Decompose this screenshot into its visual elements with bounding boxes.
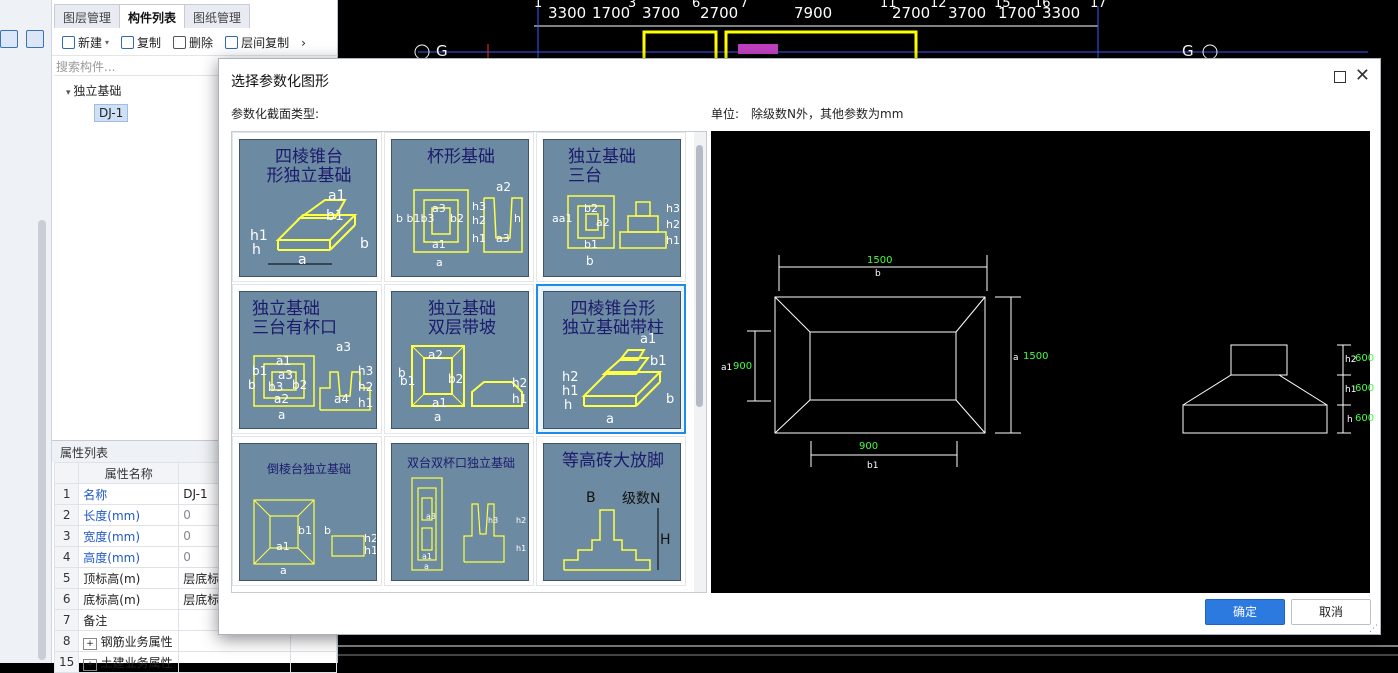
floor-copy-button[interactable]: 层间复制	[221, 32, 293, 53]
copy-icon	[121, 36, 135, 49]
shape-thumbnail: 四棱锥台 形独立基础 a1 b1 h1 h a b	[239, 139, 377, 277]
shape-option-cup-foundation[interactable]: 杯形基础 a2 b b1b3 a3 b2 h3 h2 h h1 a1 a3 a	[384, 132, 534, 282]
shape-option-three-step[interactable]: 独立基础 三台 aa1 b2 a2 b1 b h3 h2 h1	[536, 132, 686, 282]
shape-thumbnail: 独立基础 三台 aa1 b2 a2 b1 b h3 h2 h1	[543, 139, 681, 277]
select-parametric-dialog: 选择参数化图形 ✕ 参数化截面类型: 单位: 除级数N外，其他参数为mm 四棱锥…	[218, 58, 1381, 635]
shape-option-pyramid-with-column[interactable]: 四棱锥台形 独立基础带柱 a1 b1 h2 h1 h a b	[536, 284, 686, 434]
axis-dim: 2700	[700, 4, 739, 22]
shape-option-brick-footing[interactable]: 等高砖大放脚 B 级数N H	[536, 436, 686, 586]
axis-dim: 7900	[794, 4, 833, 22]
dim-bottom-value: 900	[859, 441, 879, 452]
tree-group-isolated-foundation[interactable]: ▾ 独立基础	[66, 82, 121, 99]
dim-right-name: a	[1013, 353, 1019, 363]
dim-h-value: 600	[1355, 413, 1375, 424]
ok-button[interactable]: 确定	[1205, 599, 1285, 625]
table-header-name: 属性名称	[78, 462, 180, 484]
panel-toolbar: 新建 ▾ 复制 删除 层间复制 ›	[52, 30, 338, 56]
shape-option-pyramid-frustum[interactable]: 四棱锥台 形独立基础 a1 b1 h1 h a b	[232, 132, 382, 282]
expand-plus-icon[interactable]: +	[83, 637, 97, 650]
axis-dim: 1700	[592, 4, 631, 22]
left-tool-strip	[0, 0, 52, 663]
shape-thumbnail: 独立基础 三台有杯口 a3 a1 b1 a3 b b3 b2 h3 h2 h1 …	[239, 291, 377, 429]
tab-layers[interactable]: 图层管理	[54, 4, 121, 28]
axis-num: 7	[740, 0, 749, 11]
strip-scrollbar[interactable]	[38, 220, 46, 660]
shape-option-inverted-frustum[interactable]: 倒棱台独立基础 b1 b h2 h1 a1 a	[232, 436, 382, 586]
preview-drawing	[747, 255, 1351, 467]
axis-dim: 3700	[642, 4, 681, 22]
shape-thumbnail-grid: 四棱锥台 形独立基础 a1 b1 h1 h a b 杯形基础 a2 b b1b3…	[231, 131, 707, 593]
axis-num: 16	[1034, 0, 1051, 11]
axis-dim: 3300	[548, 4, 587, 22]
tab-drawings[interactable]: 图纸管理	[184, 4, 251, 28]
grid-scrollbar-thumb[interactable]	[696, 145, 703, 407]
dim-top-name: b	[875, 269, 881, 279]
axis-num: 15	[994, 0, 1011, 11]
axis-num: 12	[930, 0, 947, 11]
dim-left-value: 900	[733, 361, 753, 372]
dim-h1-value: 600	[1355, 383, 1375, 394]
shape-option-three-step-cup[interactable]: 独立基础 三台有杯口 a3 a1 b1 a3 b b3 b2 h3 h2 h1 …	[232, 284, 382, 434]
cancel-button[interactable]: 取消	[1291, 599, 1371, 625]
detail-view-icon[interactable]	[26, 30, 44, 48]
shape-thumbnail: 双台双杯口独立基础 a3 h3 h2 h1 a1 a	[391, 443, 529, 581]
axis-num: 11	[880, 0, 897, 11]
shape-option-double-cup[interactable]: 双台双杯口独立基础 a3 h3 h2 h1 a1 a	[384, 436, 534, 586]
delete-button[interactable]: 删除	[169, 32, 217, 53]
table-row[interactable]: 15 + 土建业务属性	[53, 651, 337, 673]
shape-option-double-slope[interactable]: 独立基础 双层带坡 a2 b b1 b2 h2 h1 a1 a	[384, 284, 534, 434]
close-icon[interactable]: ✕	[1355, 65, 1370, 87]
axis-num: 6	[692, 0, 701, 11]
copy-button[interactable]: 复制	[117, 32, 165, 53]
panel-tabs: 图层管理 构件列表 图纸管理	[54, 4, 251, 28]
dim-left-name: a1	[721, 363, 733, 373]
cup-foundation-figure	[413, 189, 523, 253]
resize-grip-icon[interactable]: ⋰	[1369, 624, 1378, 634]
section-type-label: 参数化截面类型:	[231, 107, 320, 121]
axis-dim: 2700	[892, 4, 931, 22]
more-icon[interactable]: ›	[297, 34, 310, 52]
dim-right-value: 1500	[1023, 351, 1049, 362]
dim-bottom-name: b1	[867, 461, 879, 471]
shape-preview: 1500 b a1 900 a 1500 900 b1 h2 600 h1 60…	[711, 131, 1374, 593]
axis-num: 17	[1090, 0, 1107, 11]
inverted-frustum-figure	[253, 499, 365, 565]
dialog-title: 选择参数化图形	[231, 74, 329, 90]
maximize-icon[interactable]	[1334, 71, 1346, 83]
shape-thumbnail: 等高砖大放脚 B 级数N H	[543, 443, 681, 581]
expand-plus-icon[interactable]: +	[83, 658, 97, 671]
floor-copy-icon	[225, 36, 239, 49]
axis-num: 3	[628, 0, 637, 11]
three-step-figure	[567, 195, 667, 249]
tree-item-dj1[interactable]: DJ-1	[94, 104, 129, 122]
three-step-cup-figure	[253, 355, 371, 411]
dim-h2-value: 600	[1355, 353, 1375, 364]
unit-label: 单位: 除级数N外，其他参数为mm	[711, 107, 904, 121]
shape-thumbnail: 独立基础 双层带坡 a2 b b1 b2 h2 h1 a1 a	[391, 291, 529, 429]
list-view-icon[interactable]	[0, 30, 18, 48]
trash-icon	[173, 36, 187, 49]
double-slope-figure	[411, 345, 523, 407]
dim-top-value: 1500	[867, 255, 893, 266]
double-cup-figure	[411, 477, 505, 571]
brick-footing-figure	[563, 508, 659, 571]
shape-thumbnail: 倒棱台独立基础 b1 b h2 h1 a1 a	[239, 443, 377, 581]
table-header-no	[53, 462, 80, 484]
tab-components[interactable]: 构件列表	[119, 4, 186, 28]
new-button[interactable]: 新建 ▾	[58, 32, 113, 53]
chevron-down-icon: ▾	[105, 38, 110, 47]
axis-num: 1	[534, 0, 543, 11]
dim-h-name: h	[1347, 415, 1353, 425]
shape-thumbnail: 杯形基础 a2 b b1b3 a3 b2 h3 h2 h h1 a1 a3 a	[391, 139, 529, 277]
new-icon	[62, 36, 75, 49]
shape-thumbnail: 四棱锥台形 独立基础带柱 a1 b1 h2 h1 h a b	[543, 291, 681, 429]
axis-dim: 3700	[948, 4, 987, 22]
